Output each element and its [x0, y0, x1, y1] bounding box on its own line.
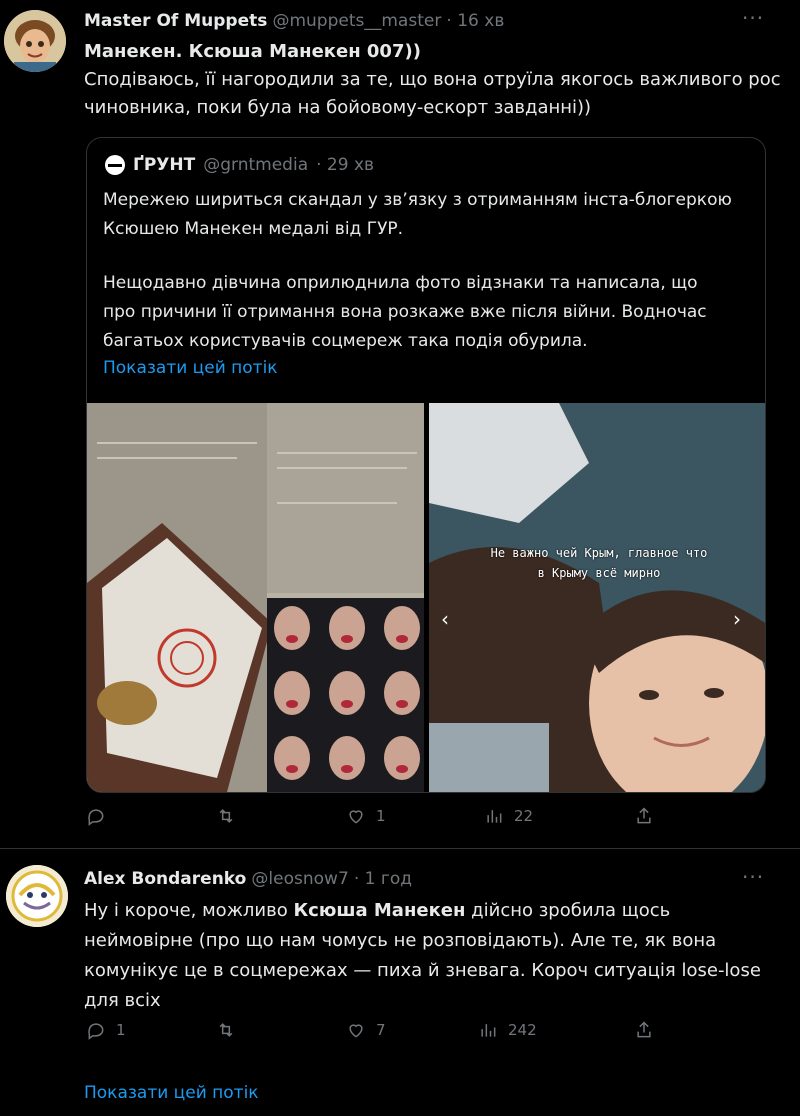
- quote-text-line: Нещодавно дівчина оприлюднила фото відзн…: [103, 273, 698, 293]
- tweet-text-segment: дійсно зробила щось: [465, 900, 671, 921]
- retweet-icon: [219, 809, 233, 823]
- tweet-header: Alex Bondarenko @leosnow7 · 1 год: [84, 869, 412, 889]
- retweet-icon: [219, 1023, 233, 1037]
- tweet-text-line: чиновника, поки була на бойовому-ескорт …: [84, 97, 592, 118]
- reply-count: 1: [116, 1021, 126, 1039]
- timestamp[interactable]: · 1 год: [354, 869, 412, 889]
- share-button[interactable]: [634, 1020, 654, 1040]
- like-count: 7: [376, 1021, 386, 1039]
- medal-photo-illustration: [87, 403, 424, 792]
- reply-button[interactable]: [86, 806, 116, 826]
- analytics-icon: [481, 1024, 496, 1037]
- reply-button[interactable]: 1: [86, 1020, 126, 1040]
- heart-icon: [349, 810, 363, 824]
- mention-highlight: Ксюша Манекен: [293, 900, 466, 921]
- tweet-text-segment: Ну і короче, можливо: [84, 900, 294, 921]
- grunt-logo-icon: [105, 155, 125, 175]
- author-name[interactable]: Alex Bondarenko: [84, 869, 246, 889]
- quote-text-line: про причини її отримання вона розкаже вж…: [103, 302, 707, 322]
- avatar-image: [4, 10, 66, 72]
- heart-icon: [349, 1024, 363, 1038]
- author-handle[interactable]: @muppets__master: [272, 11, 441, 31]
- quote-author-handle: @grntmedia: [203, 155, 309, 175]
- tweet-text: Манекен. Ксюша Манекен 007)) Сподіваюсь,…: [84, 38, 784, 122]
- share-button[interactable]: [634, 806, 654, 826]
- more-options-icon[interactable]: ···: [742, 6, 764, 30]
- share-icon: [637, 807, 651, 824]
- tweet-actions: 1 7 242: [86, 1020, 686, 1044]
- like-count: 1: [376, 807, 386, 825]
- avatar-image: [6, 865, 68, 927]
- author-name[interactable]: Master Of Muppets: [84, 11, 267, 31]
- selfie-photo-illustration: [429, 403, 765, 792]
- tweet-alex-bondarenko[interactable]: Alex Bondarenko @leosnow7 · 1 год ··· Ну…: [0, 849, 800, 1059]
- retweet-button[interactable]: [216, 1020, 246, 1040]
- share-icon: [637, 1021, 651, 1038]
- avatar[interactable]: [6, 865, 68, 927]
- avatar[interactable]: [4, 10, 66, 72]
- tweet-master-of-muppets[interactable]: Master Of Muppets @muppets__master · 16 …: [0, 0, 800, 848]
- retweet-button[interactable]: [216, 806, 246, 826]
- tweet-text-line: для всіх: [84, 990, 161, 1011]
- tweet-header: Master Of Muppets @muppets__master · 16 …: [84, 11, 504, 31]
- quote-text-line: Ксюшею Манекен медалі від ГУР.: [103, 219, 404, 239]
- analytics-icon: [487, 810, 502, 823]
- views-count: 22: [514, 807, 534, 825]
- reply-icon: [88, 1023, 104, 1040]
- tweet-text-line: комунікує це в соцмережах — пиха й знева…: [84, 960, 761, 981]
- like-button[interactable]: 1: [346, 806, 386, 826]
- tweet-text-line: неймовірне (про що нам чомусь не розпові…: [84, 930, 717, 951]
- show-thread-link[interactable]: Показати цей потік: [103, 358, 278, 378]
- tweet-text-line: Ну і короче, можливо Ксюша Манекен дійсн…: [84, 896, 784, 926]
- tweet-text-line: Манекен. Ксюша Манекен 007)): [84, 41, 421, 62]
- views-count: 242: [508, 1021, 537, 1039]
- timestamp[interactable]: · 16 хв: [446, 11, 504, 31]
- media-image-medal[interactable]: [87, 403, 424, 792]
- more-options-icon[interactable]: ···: [742, 865, 764, 889]
- photo-caption-line: Не важно чей Крым, главное что: [490, 546, 708, 560]
- quote-author-name: ҐРУНТ: [133, 155, 196, 175]
- quote-text-line: багатьох користувачів соцмереж така поді…: [103, 331, 588, 351]
- author-handle[interactable]: @leosnow7: [251, 869, 348, 889]
- media-image-selfie[interactable]: Не важно чей Крым, главное что в Крыму в…: [429, 403, 765, 792]
- quoted-tweet[interactable]: ҐРУНТ @grntmedia · 29 хв Мережею ширитьс…: [86, 137, 766, 793]
- chevron-left-icon[interactable]: ‹: [441, 607, 449, 631]
- views-button[interactable]: 22: [484, 806, 533, 826]
- reply-icon: [88, 809, 104, 826]
- show-thread-link[interactable]: Показати цей потік: [84, 1083, 259, 1103]
- tweet-text-line: Сподіваюсь, її нагородили за те, що вона…: [84, 69, 781, 90]
- views-button[interactable]: 242: [478, 1020, 537, 1040]
- photo-caption-line: в Крыму всё мирно: [537, 566, 661, 580]
- tweet-actions: 1 22: [86, 806, 686, 830]
- quote-header: ҐРУНТ @grntmedia · 29 хв: [105, 155, 374, 175]
- quote-text-line: Мережею шириться скандал у зв’язку з отр…: [103, 190, 732, 210]
- quote-text: Мережею шириться скандал у зв’язку з отр…: [103, 186, 753, 356]
- photo-caption: Не важно чей Крым, главное что в Крыму в…: [439, 543, 759, 583]
- tweet-text: Ну і короче, можливо Ксюша Манекен дійсн…: [84, 896, 784, 1016]
- like-button[interactable]: 7: [346, 1020, 386, 1040]
- chevron-right-icon[interactable]: ›: [733, 607, 741, 631]
- quote-timestamp: · 29 хв: [316, 155, 375, 175]
